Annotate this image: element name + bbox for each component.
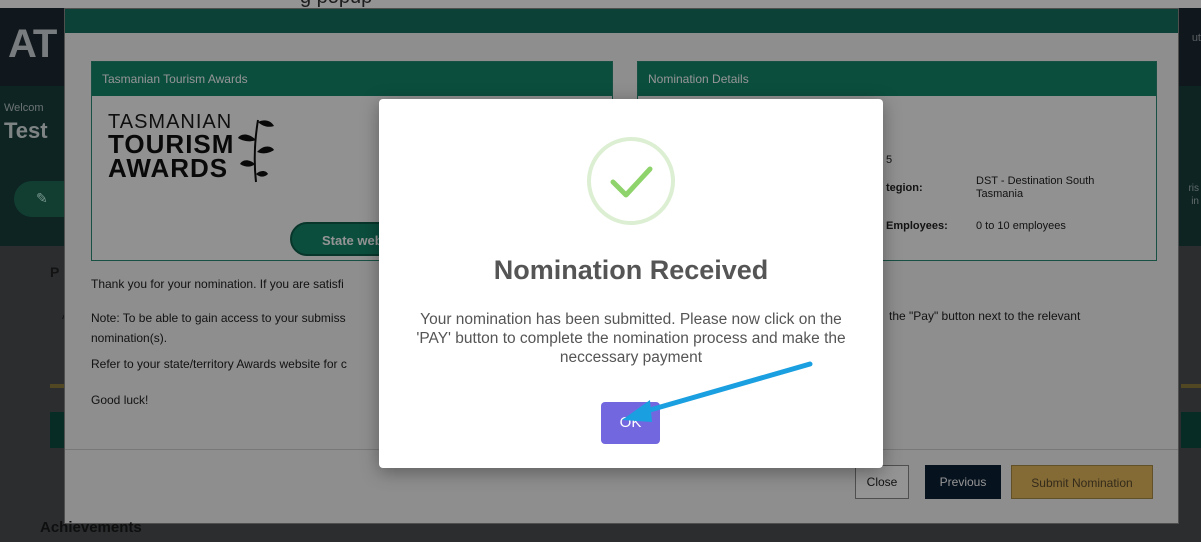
check-circle-icon [587,137,675,225]
modal-title: Nomination Received [493,255,769,285]
screenshot-stage: g popup AT ut Welcom Test ✎ risin P A Ta… [0,0,1201,542]
arrow-annotation-icon [622,361,813,422]
